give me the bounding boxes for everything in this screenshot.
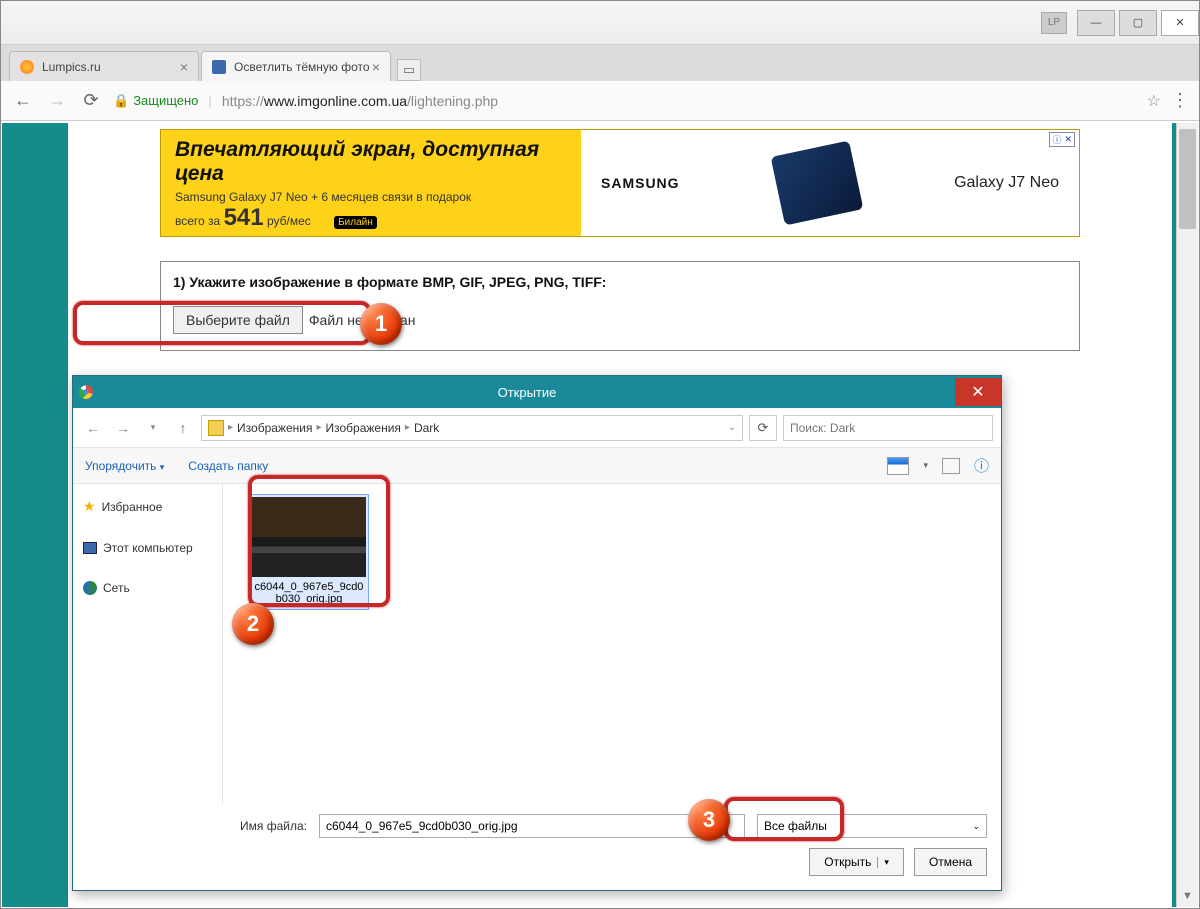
app-window: LP — ▢ ✕ Lumpics.ru × Осветлить тёмную ф… — [0, 0, 1200, 909]
viewport: Впечатляющий экран, доступная цена Samsu… — [2, 123, 1198, 907]
tab-strip: Lumpics.ru × Осветлить тёмную фото × ▭ — [1, 45, 1199, 81]
view-mode-icon[interactable] — [887, 457, 909, 475]
dialog-title-bar[interactable]: Открытие ✕ — [73, 376, 1001, 408]
url-field[interactable]: https://www.imgonline.com.ua/lightening.… — [222, 93, 1137, 109]
vertical-scrollbar[interactable]: ▲ ▼ — [1176, 123, 1198, 907]
dialog-body: ★ Избранное Этот компьютер Сеть — [73, 484, 1001, 804]
chrome-icon — [73, 385, 99, 399]
scroll-thumb[interactable] — [1179, 129, 1196, 229]
ad-subline: Samsung Galaxy J7 Neo + 6 месяцев связи … — [175, 190, 567, 204]
dialog-nav: ← → ▾ ↑ ▸ Изображения ▸ Изображения ▸ Da… — [73, 408, 1001, 448]
new-tab-button[interactable]: ▭ — [397, 59, 421, 81]
crumb[interactable]: Изображения — [325, 421, 400, 435]
dialog-footer: Имя файла: Все файлы ⌄ Открыть ▾ Отмена — [73, 804, 1001, 890]
secure-indicator[interactable]: 🔒 Защищено — [113, 93, 198, 109]
refresh-button[interactable]: ⟳ — [749, 415, 777, 441]
chevron-down-icon: ⌄ — [972, 821, 980, 832]
chevron-down-icon[interactable]: ▾ — [877, 857, 889, 868]
star-icon: ★ — [83, 498, 96, 515]
ad-brand: SAMSUNG — [601, 175, 680, 191]
forward-button[interactable]: → — [45, 89, 69, 113]
maximize-button[interactable]: ▢ — [1119, 10, 1157, 36]
file-thumbnail[interactable]: c6044_0_967e5_9cd0b030_orig.jpg — [249, 494, 369, 610]
network-icon — [83, 581, 97, 595]
choose-file-button[interactable]: Выберите файл — [173, 306, 303, 334]
nav-forward-icon[interactable]: → — [111, 416, 135, 440]
sidebar-item-network[interactable]: Сеть — [83, 575, 212, 601]
dialog-toolbar: Упорядочить ▾ Создать папку ▾ ⓘ — [73, 448, 1001, 484]
file-name-label: c6044_0_967e5_9cd0b030_orig.jpg — [250, 579, 368, 609]
chevron-right-icon: ▸ — [228, 422, 233, 433]
ad-banner[interactable]: Впечатляющий экран, доступная цена Samsu… — [160, 129, 1080, 237]
close-icon[interactable]: × — [180, 59, 188, 75]
sidebar-item-favorites[interactable]: ★ Избранное — [83, 492, 212, 521]
tab-lumpics[interactable]: Lumpics.ru × — [9, 51, 199, 81]
dialog-file-list[interactable]: c6044_0_967e5_9cd0b030_orig.jpg — [223, 484, 1001, 804]
address-bar: ← → ⟳ 🔒 Защищено | https://www.imgonline… — [1, 81, 1199, 121]
reload-button[interactable]: ⟳ — [79, 89, 103, 113]
dialog-search-input[interactable] — [783, 415, 993, 441]
dialog-close-button[interactable]: ✕ — [955, 378, 1001, 406]
sidebar-item-this-pc[interactable]: Этот компьютер — [83, 535, 212, 561]
tab-label: Lumpics.ru — [42, 60, 101, 74]
tab-imgonline[interactable]: Осветлить тёмную фото × — [201, 51, 391, 81]
back-button[interactable]: ← — [11, 89, 35, 113]
carrier-badge: Билайн — [334, 216, 377, 229]
chevron-down-icon[interactable]: ▾ — [923, 460, 928, 471]
bookmark-icon[interactable]: ☆ — [1147, 91, 1161, 111]
nav-up-icon[interactable]: ↑ — [171, 416, 195, 440]
url-prefix: https:// — [222, 93, 264, 109]
dialog-title: Открытие — [99, 385, 955, 400]
organize-menu[interactable]: Упорядочить ▾ — [85, 459, 164, 473]
help-icon[interactable]: ⓘ — [974, 455, 989, 476]
folder-icon — [208, 420, 224, 436]
ad-product: Galaxy J7 Neo — [954, 174, 1059, 192]
adchoices-icon[interactable]: ⓘ✕ — [1049, 132, 1075, 147]
secure-text: Защищено — [133, 93, 198, 108]
ad-headline: Впечатляющий экран, доступная цена — [175, 138, 567, 186]
scroll-down-icon[interactable]: ▼ — [1177, 885, 1198, 907]
chevron-down-icon[interactable]: ▾ — [141, 416, 165, 440]
filename-input[interactable] — [319, 814, 745, 838]
os-title-bar: LP — ▢ ✕ — [1, 1, 1199, 45]
image-thumbnail — [252, 497, 366, 577]
dialog-sidebar: ★ Избранное Этот компьютер Сеть — [73, 484, 223, 804]
url-path: /lightening.php — [407, 93, 498, 109]
cancel-button[interactable]: Отмена — [914, 848, 987, 876]
file-type-select[interactable]: Все файлы ⌄ — [757, 814, 987, 838]
file-open-dialog: Открытие ✕ ← → ▾ ↑ ▸ Изображения ▸ Изобр… — [72, 375, 1002, 891]
nav-back-icon[interactable]: ← — [81, 416, 105, 440]
crumb[interactable]: Dark — [414, 421, 439, 435]
kebab-icon[interactable]: ⋮ — [1171, 90, 1189, 111]
lock-icon: 🔒 — [113, 93, 129, 109]
file-status: Файл не выбран — [309, 312, 416, 328]
phone-icon — [770, 140, 863, 225]
pc-icon — [83, 542, 97, 554]
crumb[interactable]: Изображения — [237, 421, 312, 435]
tab-label: Осветлить тёмную фото — [234, 60, 370, 74]
new-folder-button[interactable]: Создать папку — [188, 459, 268, 473]
breadcrumb[interactable]: ▸ Изображения ▸ Изображения ▸ Dark ⌄ — [201, 415, 743, 441]
preview-pane-icon[interactable] — [942, 458, 960, 474]
open-button[interactable]: Открыть ▾ — [809, 848, 904, 876]
url-host: www.imgonline.com.ua — [264, 93, 407, 109]
chevron-down-icon[interactable]: ⌄ — [728, 422, 736, 433]
minimize-button[interactable]: — — [1077, 10, 1115, 36]
window-close-button[interactable]: ✕ — [1161, 10, 1199, 36]
step1-heading: 1) Укажите изображение в формате BMP, GI… — [173, 274, 1067, 290]
close-icon[interactable]: × — [372, 59, 380, 75]
step1-panel: 1) Укажите изображение в формате BMP, GI… — [160, 261, 1080, 351]
filename-label: Имя файла: — [87, 819, 307, 833]
favicon-icon — [212, 60, 226, 74]
lp-badge: LP — [1041, 12, 1067, 34]
favicon-icon — [20, 60, 34, 74]
